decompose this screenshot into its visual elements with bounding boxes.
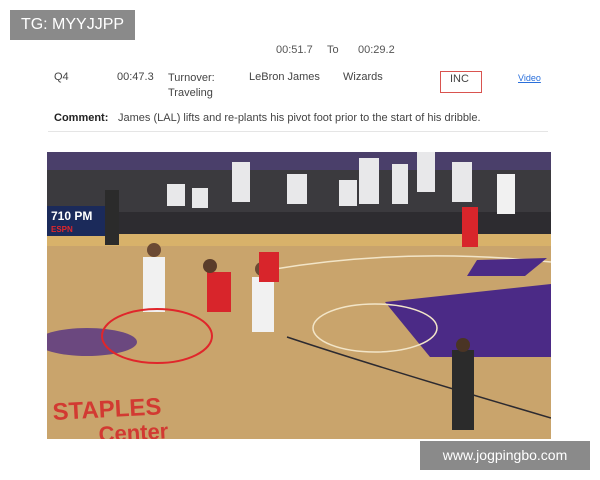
arena-text-line2: Center xyxy=(98,418,169,439)
decision-cell: INC xyxy=(440,71,482,93)
range-start-time: 00:51.7 xyxy=(276,44,313,56)
player-cell: LeBron James xyxy=(249,71,320,83)
video-still[interactable]: 710 PM ESPN STAPLES Center xyxy=(47,152,551,439)
comment-text: James (LAL) lifts and re-plants his pivo… xyxy=(118,112,481,124)
call-type-cell: Turnover: Traveling xyxy=(168,71,215,101)
period-cell: Q4 xyxy=(54,71,69,83)
range-to-label: To xyxy=(327,44,339,56)
scoreboard-text: 710 PM xyxy=(51,209,92,223)
call-type-line2: Traveling xyxy=(168,87,213,99)
team-cell: Wizards xyxy=(343,71,383,83)
bottom-watermark: www.jogpingbo.com xyxy=(420,441,590,470)
network-logo: ESPN xyxy=(51,225,73,234)
row-divider xyxy=(48,131,548,132)
court-scene: 710 PM ESPN STAPLES Center xyxy=(47,152,551,439)
time-cell: 00:47.3 xyxy=(117,71,154,83)
range-end-time: 00:29.2 xyxy=(358,44,395,56)
top-watermark: TG: MYYJJPP xyxy=(10,10,135,40)
video-link[interactable]: Video xyxy=(518,73,541,83)
comment-label: Comment: xyxy=(54,112,109,124)
call-type-line1: Turnover: xyxy=(168,72,215,84)
